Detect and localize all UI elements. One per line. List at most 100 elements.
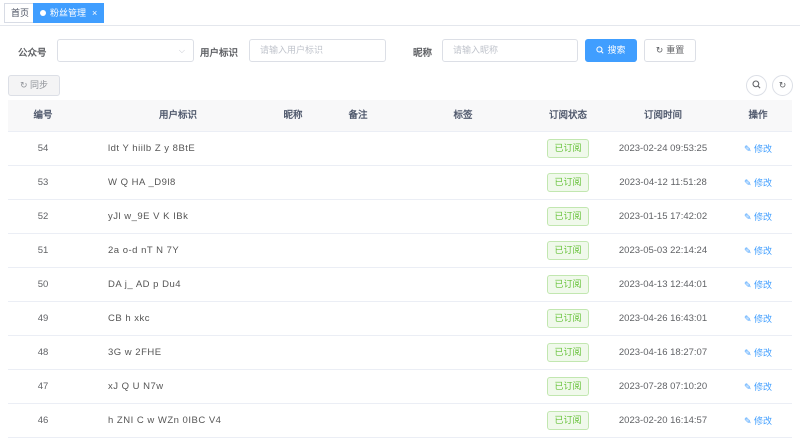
sync-button[interactable]: ↻ 同步 <box>8 75 60 96</box>
account-label: 公众号 <box>18 48 47 59</box>
edit-button[interactable]: ✎ 修改 <box>744 280 772 290</box>
edit-button[interactable]: ✎ 修改 <box>744 178 772 188</box>
cell-actions: ✎ 修改 <box>718 132 798 166</box>
cell-openid: ldt Y hiilb Z y 8BtE <box>108 143 196 154</box>
edit-icon: ✎ <box>743 280 752 290</box>
nickname-input[interactable]: 请输入昵称 <box>442 39 578 62</box>
sync-icon: ↻ <box>19 80 28 90</box>
table-row: 50 DA j_ AD p Du4 已订阅 2023-04-13 12:44:01 ✎ … <box>8 268 792 302</box>
col-time-header: 订阅时间 <box>643 110 682 121</box>
search-button[interactable]: 搜索 <box>585 39 637 62</box>
tags-view-bar: 首页 粉丝管理 × <box>0 0 800 26</box>
edit-icon: ✎ <box>743 314 752 324</box>
table-body: 54 ldt Y hiilb Z y 8BtE 已订阅 2023-02-24 09:5… <box>8 132 792 438</box>
cell-openid: DA j_ AD p Du4 <box>108 279 182 290</box>
table-row: 52 yJl w_9E V K IBk 已订阅 2023-01-15 17:42:02… <box>8 200 792 234</box>
edit-icon: ✎ <box>743 416 752 426</box>
openid-label: 用户标识 <box>200 48 239 59</box>
reset-button-label: 重置 <box>666 45 685 55</box>
cell-actions: ✎ 修改 <box>718 336 798 370</box>
table-row: 47 xJ Q U N7w 已订阅 2023-07-28 07:10:20 ✎ 修改 <box>8 370 792 404</box>
status-badge: 已订阅 <box>547 172 589 192</box>
search-icon <box>752 80 761 89</box>
status-badge: 已订阅 <box>547 342 589 362</box>
cell-time: 2023-01-15 17:42:02 <box>618 211 708 222</box>
openid-input[interactable]: 请输入用户标识 <box>249 39 386 62</box>
edit-button[interactable]: ✎ 修改 <box>744 382 772 392</box>
edit-button-label: 修改 <box>754 144 773 154</box>
col-id-header: 编号 <box>33 110 53 121</box>
cell-id: 50 <box>37 279 49 290</box>
cell-openid: yJl w_9E V K IBk <box>108 211 189 222</box>
edit-button-label: 修改 <box>754 382 773 392</box>
table-row: 49 CB h xkc 已订阅 2023-04-26 16:43:01 ✎ 修改 <box>8 302 792 336</box>
cell-id: 53 <box>37 177 49 188</box>
toggle-search-button[interactable] <box>746 75 767 96</box>
edit-button[interactable]: ✎ 修改 <box>744 314 772 324</box>
tab-home[interactable]: 首页 <box>4 3 37 23</box>
table-header: 编号 用户标识 昵称 备注 标签 订阅状态 订阅时间 操作 <box>8 100 792 132</box>
edit-icon: ✎ <box>743 212 752 222</box>
cell-status: 已订阅 <box>518 200 618 234</box>
cell-time: 2023-02-20 16:14:57 <box>618 415 708 426</box>
refresh-table-button[interactable]: ↻ <box>772 75 793 96</box>
edit-icon: ✎ <box>743 382 752 392</box>
cell-actions: ✎ 修改 <box>718 404 798 438</box>
cell-actions: ✎ 修改 <box>718 370 798 404</box>
cell-id: 48 <box>37 347 49 358</box>
edit-button-label: 修改 <box>754 178 773 188</box>
tab-fans-label: 粉丝管理 <box>50 8 87 18</box>
cell-actions: ✎ 修改 <box>718 166 798 200</box>
close-icon[interactable]: × <box>92 8 97 18</box>
tab-fans-management[interactable]: 粉丝管理 × <box>33 3 105 23</box>
edit-button-label: 修改 <box>754 416 773 426</box>
edit-button[interactable]: ✎ 修改 <box>744 416 772 426</box>
col-tags-header: 标签 <box>453 110 473 121</box>
table-row: 53 W Q HA _D9l8 已订阅 2023-04-12 11:51:28 ✎ 修改 <box>8 166 792 200</box>
edit-button-label: 修改 <box>754 314 773 324</box>
edit-button[interactable]: ✎ 修改 <box>744 144 772 154</box>
active-dot-icon <box>40 9 46 16</box>
table-row: 54 ldt Y hiilb Z y 8BtE 已订阅 2023-02-24 09:5… <box>8 132 792 166</box>
edit-button[interactable]: ✎ 修改 <box>744 212 772 222</box>
edit-icon: ✎ <box>743 178 752 188</box>
reset-button[interactable]: ↻ 重置 <box>644 39 696 62</box>
cell-openid: CB h xkc <box>108 313 151 324</box>
cell-time: 2023-04-16 18:27:07 <box>618 347 708 358</box>
col-actions-header: 操作 <box>748 110 768 121</box>
cell-openid: W Q HA _D9l8 <box>108 177 176 188</box>
edit-button[interactable]: ✎ 修改 <box>744 348 772 358</box>
sync-button-label: 同步 <box>30 80 49 90</box>
cell-openid: 2a o-d nT N 7Y <box>108 245 180 256</box>
cell-id: 54 <box>37 143 49 154</box>
search-button-label: 搜索 <box>607 45 626 55</box>
edit-button-label: 修改 <box>754 280 773 290</box>
cell-id: 49 <box>37 313 49 324</box>
cell-status: 已订阅 <box>518 302 618 336</box>
cell-status: 已订阅 <box>518 336 618 370</box>
table-row: 48 3G w 2FHE 已订阅 2023-04-16 18:27:07 ✎ 修改 <box>8 336 792 370</box>
edit-button[interactable]: ✎ 修改 <box>744 246 772 256</box>
cell-actions: ✎ 修改 <box>718 234 798 268</box>
cell-id: 47 <box>37 381 49 392</box>
edit-button-label: 修改 <box>754 246 773 256</box>
edit-button-label: 修改 <box>754 348 773 358</box>
status-badge: 已订阅 <box>547 138 589 158</box>
status-badge: 已订阅 <box>547 206 589 226</box>
nickname-label: 昵称 <box>413 48 433 59</box>
cell-openid: 3G w 2FHE <box>108 347 162 358</box>
refresh-icon: ↻ <box>655 45 664 55</box>
account-select[interactable]: ⌵ <box>57 39 194 62</box>
cell-time: 2023-07-28 07:10:20 <box>618 381 708 392</box>
search-icon <box>596 45 605 54</box>
cell-status: 已订阅 <box>518 268 618 302</box>
cell-actions: ✎ 修改 <box>718 302 798 336</box>
col-openid-header: 用户标识 <box>158 110 197 121</box>
cell-time: 2023-02-24 09:53:25 <box>618 143 708 154</box>
cell-time: 2023-04-26 16:43:01 <box>618 313 708 324</box>
cell-time: 2023-04-13 12:44:01 <box>618 279 708 290</box>
cell-openid: xJ Q U N7w <box>108 381 164 392</box>
refresh-icon: ↻ <box>778 80 787 90</box>
edit-button-label: 修改 <box>754 212 773 222</box>
status-badge: 已订阅 <box>547 410 589 430</box>
